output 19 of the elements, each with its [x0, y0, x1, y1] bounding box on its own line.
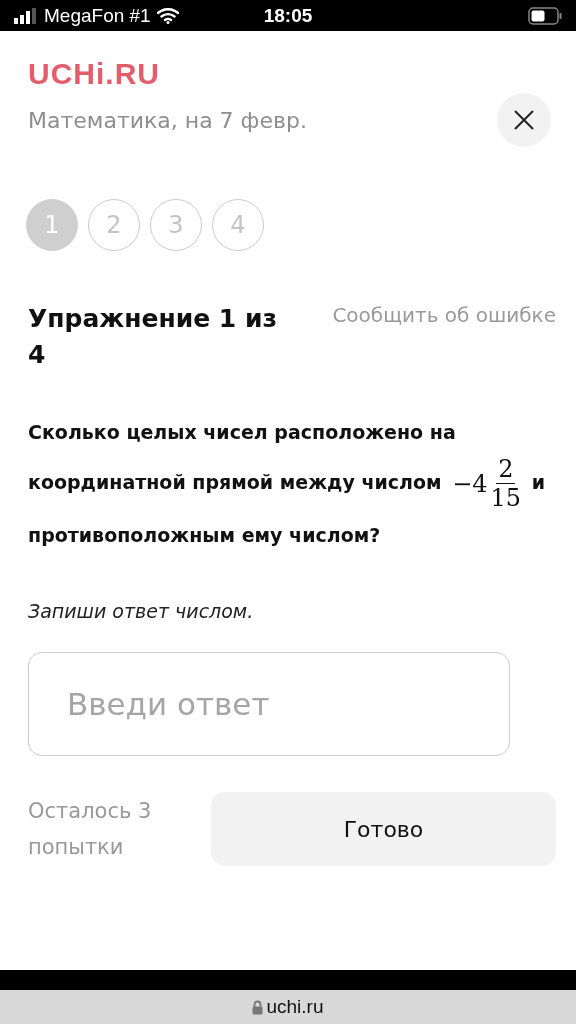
exercise-title: Упражнение 1 из 4	[28, 303, 278, 371]
close-icon	[513, 109, 535, 131]
carrier-name: MegaFon #1	[44, 4, 151, 27]
report-error-link[interactable]: Сообщить об ошибке	[332, 303, 556, 373]
step-tab[interactable]: 3	[150, 199, 202, 251]
step-tab[interactable]: 2	[88, 199, 140, 251]
subject-subtitle: Математика, на 7 февр.	[28, 107, 307, 133]
attempts-left-text: Осталось 3 попытки	[28, 798, 153, 861]
logo[interactable]: UCHi.RU	[28, 57, 160, 91]
instruction-text: Запиши ответ числом.	[28, 600, 255, 622]
submit-button[interactable]: Готово	[211, 792, 556, 866]
answer-field[interactable]: Введи ответ	[28, 652, 510, 756]
signal-icon	[14, 7, 38, 24]
url-text[interactable]: uchi.ru	[266, 996, 324, 1018]
status-time: 18:05	[262, 4, 314, 27]
battery-icon	[528, 6, 562, 25]
wifi-icon	[156, 7, 179, 24]
step-tab[interactable]: 4	[212, 199, 264, 251]
lock-icon	[252, 999, 264, 1015]
